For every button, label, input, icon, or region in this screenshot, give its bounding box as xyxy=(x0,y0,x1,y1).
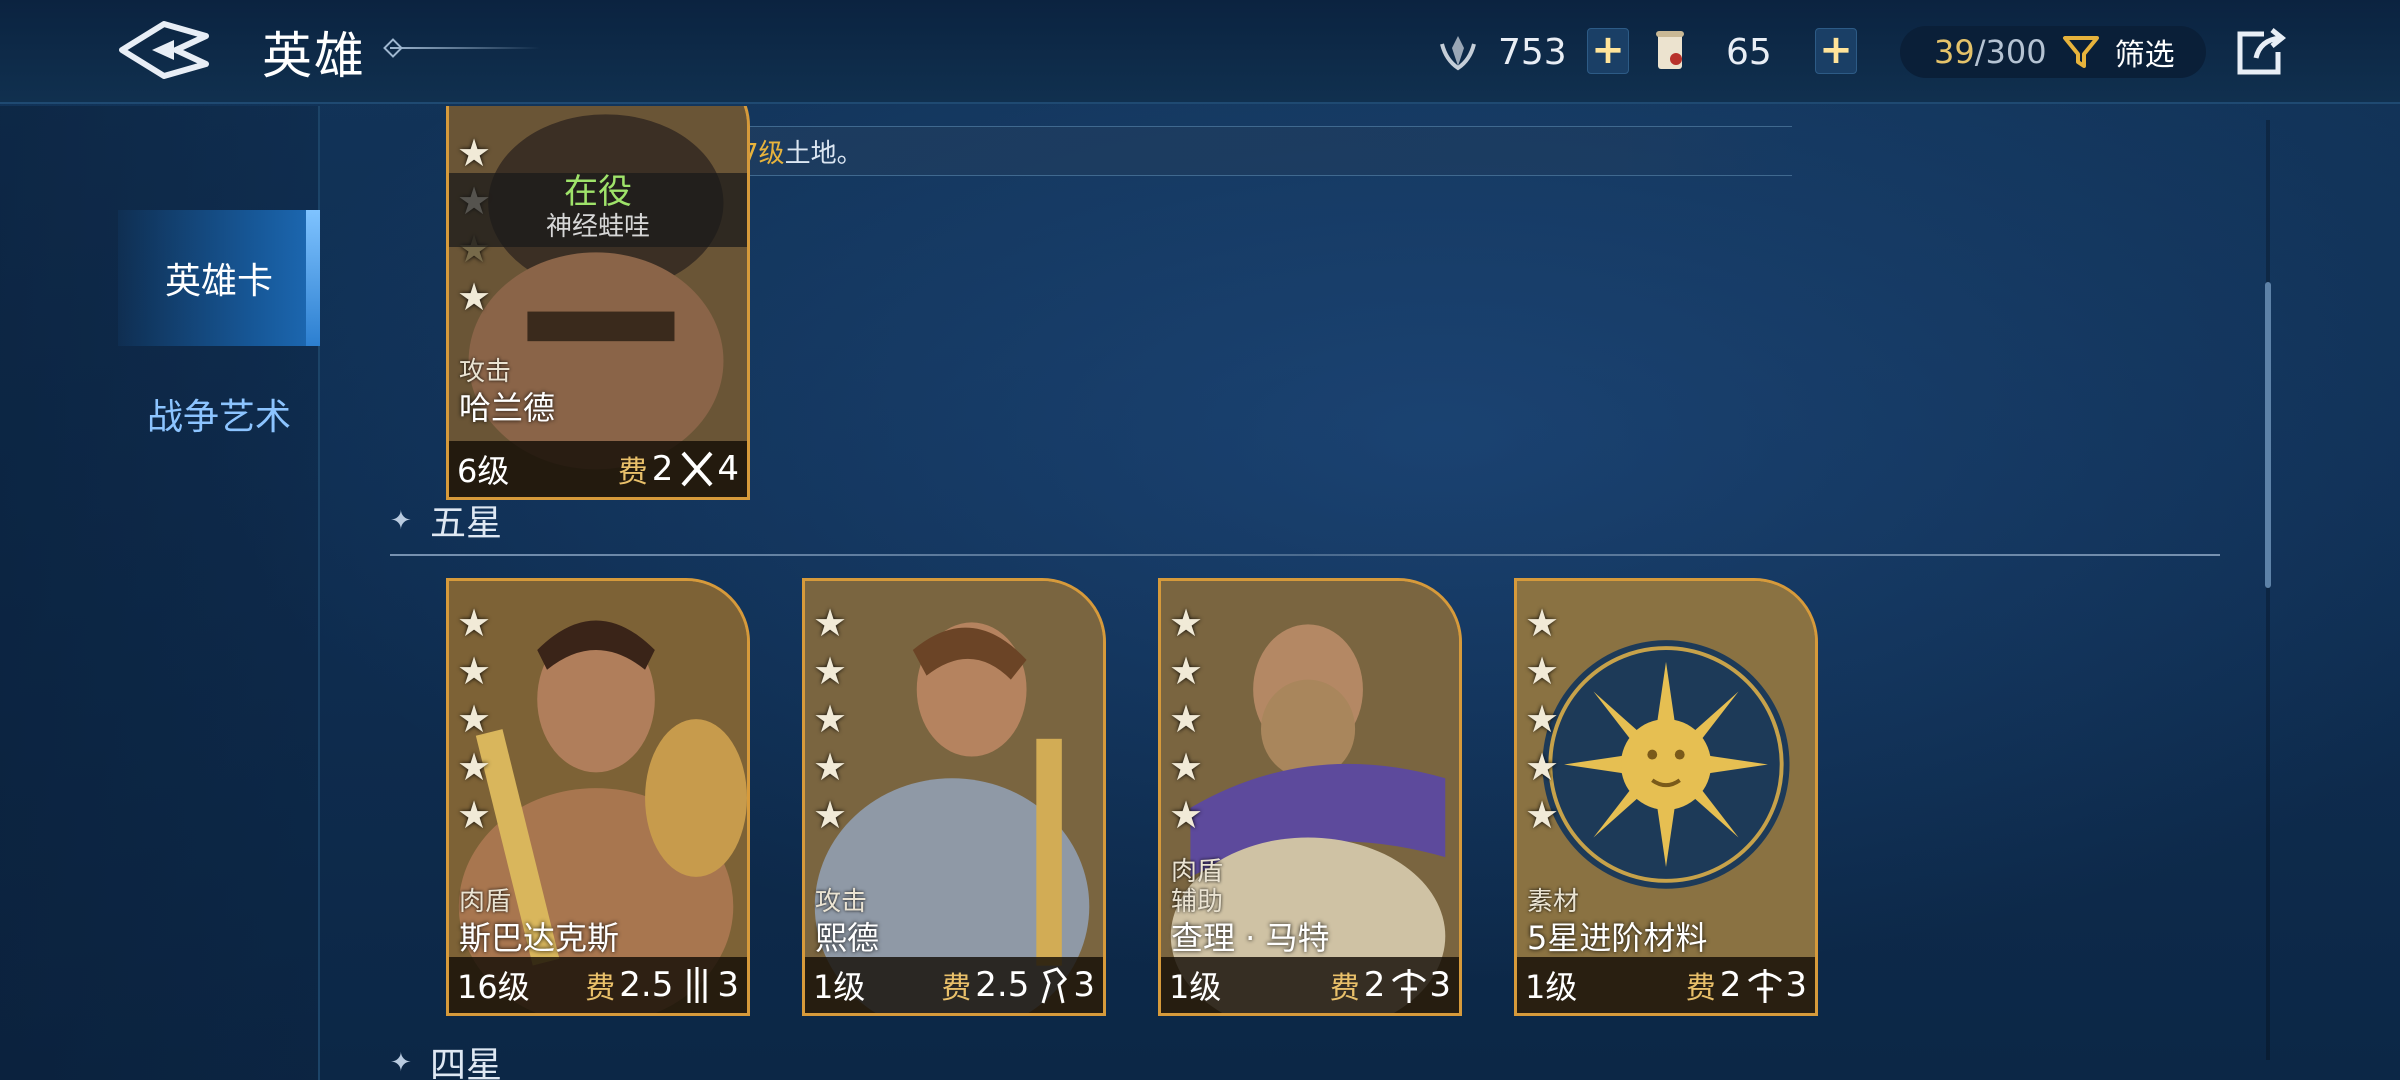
hero-card-5-star-material[interactable]: ★ ★ ★ ★ ★ 素材 5星进阶材料 1级 费 2 3 xyxy=(1514,578,1818,1016)
scrollbar[interactable] xyxy=(2266,120,2270,1060)
star-rating: ★ ★ ★ ★ ★ xyxy=(1525,601,1560,837)
sidebar-item-label: 战争艺术 xyxy=(146,397,291,438)
hero-name: 熙德 xyxy=(815,919,880,957)
resource-a: 753 xyxy=(1436,22,1567,82)
hero-name: 哈兰德 xyxy=(459,389,556,427)
cost-value: 2 xyxy=(1719,965,1742,1005)
unit-count: 3 xyxy=(717,965,739,1005)
card-footer: 16级 费 2.5 3 xyxy=(449,957,747,1013)
notice-suffix: 土地。 xyxy=(784,138,863,169)
cost-value: 2.5 xyxy=(975,965,1030,1005)
cost-value: 2.5 xyxy=(619,965,674,1005)
share-button[interactable] xyxy=(2234,24,2288,80)
add-resource-b-button[interactable]: + xyxy=(1815,28,1857,74)
title-decoration xyxy=(390,47,540,49)
hero-level: 1级 xyxy=(813,968,866,1006)
hero-capacity: /300 xyxy=(1974,33,2047,71)
card-footer: 1级 费 2 3 xyxy=(1517,957,1815,1013)
cost-label: 费 xyxy=(1685,971,1716,1006)
cost-label: 费 xyxy=(941,971,972,1006)
card-footer: 1级 费 2 3 xyxy=(1161,957,1459,1013)
cost-label: 费 xyxy=(1329,971,1360,1006)
section-title: 五星 xyxy=(430,503,503,544)
star-rating: ★ ★ ★ ★ ★ xyxy=(813,601,848,837)
cost-label: 费 xyxy=(585,971,616,1006)
laurel-emblem-icon xyxy=(1440,36,1476,71)
hero-name: 查理 · 马特 xyxy=(1171,919,1330,957)
horse-icon xyxy=(1041,967,1068,1004)
section-title: 四星 xyxy=(430,1045,503,1080)
hero-count: 39 xyxy=(1934,33,1975,71)
hero-portrait xyxy=(449,106,747,497)
filter-button[interactable]: 39 /300 筛选 xyxy=(1900,26,2206,78)
sidebar-item-label: 英雄卡 xyxy=(164,261,273,302)
cost-value: 2 xyxy=(1363,965,1386,1005)
card-footer: 1级 费 2.5 3 xyxy=(805,957,1103,1013)
star-rating: ★ ★ ★ ★ ★ xyxy=(1169,601,1204,837)
back-arrow-icon xyxy=(119,21,209,79)
filter-funnel-icon xyxy=(2062,36,2099,68)
hero-name: 斯巴达克斯 xyxy=(459,919,620,957)
add-resource-a-button[interactable]: + xyxy=(1587,28,1629,74)
assigned-to: 神经蛙哇 xyxy=(545,212,650,242)
section-divider xyxy=(390,554,2220,556)
star-rating: ★ ★ ★ ★ ★ xyxy=(457,601,492,837)
hero-card-charles-martel[interactable]: ★ ★ ★ ★ ★ 肉盾 辅助 查理 · 马特 1级 费 2 3 xyxy=(1158,578,1462,1016)
sidebar-item-art-of-war[interactable]: 战争艺术 xyxy=(118,346,320,482)
scrollbar-thumb[interactable] xyxy=(2265,282,2271,588)
section-star-icon: ✦ xyxy=(390,506,412,536)
filter-label: 筛选 xyxy=(2114,38,2175,73)
crossbow-icon xyxy=(1748,969,1783,1003)
unit-count: 3 xyxy=(1073,965,1095,1005)
share-icon xyxy=(2237,28,2287,75)
unlock-notice: 占领7级土地。 xyxy=(680,126,1792,176)
deployment-status: 在役 神经蛙哇 xyxy=(449,173,747,247)
hero-card-el-cid[interactable]: ★ ★ ★ ★ ★ 攻击 熙德 1级 费 2.5 3 xyxy=(802,578,1106,1016)
status-badge: 在役 xyxy=(564,172,632,212)
resource-b: 65 xyxy=(1652,22,1772,82)
resource-a-value: 753 xyxy=(1498,31,1567,73)
cost-label: 费 xyxy=(617,455,648,490)
crossed-swords-icon xyxy=(681,451,713,487)
hero-level: 6级 xyxy=(457,452,510,490)
section-five-star: ✦ 五星 xyxy=(390,494,2220,556)
unit-count: 3 xyxy=(1785,965,1807,1005)
hero-list[interactable]: 占领7级土地。 ★★★★ 在役 神经蛙哇 攻击 哈兰德 6级 费 2 4 xyxy=(320,106,2272,1080)
section-four-star: ✦ 四星 xyxy=(390,1036,2220,1080)
section-star-icon: ✦ xyxy=(390,1048,412,1078)
unit-count: 3 xyxy=(1429,965,1451,1005)
hero-name: 5星进阶材料 xyxy=(1527,919,1708,957)
hero-level: 1级 xyxy=(1169,968,1222,1006)
hero-card-spartacus[interactable]: ★ ★ ★ ★ ★ 肉盾 斯巴达克斯 16级 费 2.5 3 xyxy=(446,578,750,1016)
cost-value: 2 xyxy=(651,449,674,489)
sidebar-item-hero-cards[interactable]: 英雄卡 xyxy=(118,210,320,346)
card-footer: 6级 费 2 4 xyxy=(449,441,747,497)
hero-level: 16级 xyxy=(457,968,530,1006)
back-button[interactable] xyxy=(112,14,216,86)
hero-level: 1级 xyxy=(1525,968,1578,1006)
hero-card-harald[interactable]: ★★★★ 在役 神经蛙哇 攻击 哈兰德 6级 费 2 4 xyxy=(446,106,750,500)
resource-b-value: 65 xyxy=(1726,31,1772,73)
top-bar: 英雄 753 + 65 + 39 /300 筛选 xyxy=(0,0,2400,104)
crossbow-icon xyxy=(1392,969,1427,1003)
sidebar: 英雄卡 战争艺术 xyxy=(0,106,320,1080)
scroll-icon xyxy=(1656,31,1684,69)
unit-count: 4 xyxy=(717,449,739,489)
page-title: 英雄 xyxy=(262,27,366,85)
spear-icon xyxy=(687,967,707,1003)
